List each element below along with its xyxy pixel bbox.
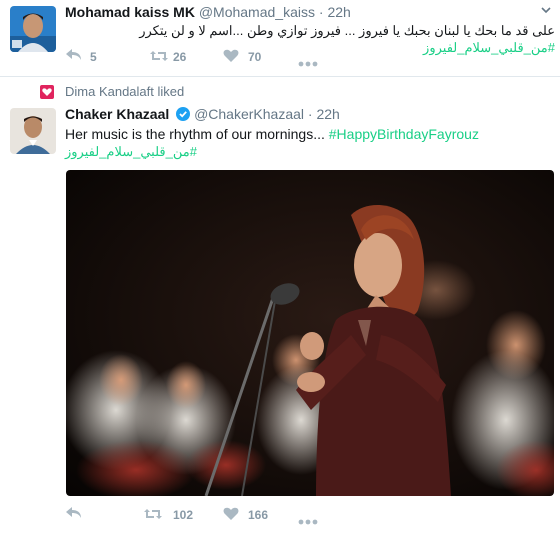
more-dots-icon[interactable] [298, 54, 318, 72]
display-name[interactable]: Mohamad kaiss MK [65, 4, 195, 20]
heart-icon[interactable] [223, 506, 239, 527]
heart-icon[interactable] [223, 48, 239, 69]
tweet-actions: 5 26 70 [65, 48, 385, 68]
like-count: 166 [248, 508, 269, 522]
tweet-header: Chaker Khazaal @ChakerKhazaal · 22h [65, 106, 340, 124]
avatar[interactable] [10, 6, 56, 52]
user-handle[interactable]: @Mohamad_kaiss [199, 4, 315, 20]
heart-badge-icon [40, 85, 54, 102]
display-name[interactable]: Chaker Khazaal [65, 106, 169, 122]
retweet-icon[interactable] [149, 48, 169, 69]
tweet-header: Mohamad kaiss MK @Mohamad_kaiss · 22h [65, 4, 351, 20]
separator: · [307, 106, 313, 122]
reply-icon[interactable] [65, 506, 83, 527]
more-dots-icon[interactable] [298, 512, 318, 530]
tweet-chaker-khazaal[interactable]: Dima Kandalaft liked Chaker Khazaal @Cha… [0, 78, 560, 534]
tweet-mohamad-kaiss[interactable]: Mohamad kaiss MK @Mohamad_kaiss · 22h عل… [0, 0, 560, 76]
tweet-photo[interactable] [66, 170, 554, 496]
retweet-count: 26 [173, 50, 187, 64]
like-count: 70 [248, 50, 262, 64]
user-handle[interactable]: @ChakerKhazaal [194, 106, 304, 122]
avatar[interactable] [10, 108, 56, 154]
timestamp[interactable]: 22h [327, 4, 350, 20]
tweet-body: Her music is the rhythm of our mornings.… [65, 126, 325, 142]
retweet-count: 102 [173, 508, 194, 522]
hashtag-link[interactable]: #HappyBirthdayFayrouz [329, 126, 479, 142]
timestamp[interactable]: 22h [316, 106, 339, 122]
tweet-body: على قد ما بحك يا لبنان بحبك يا فيروز ...… [139, 23, 555, 38]
retweet-icon[interactable] [143, 506, 163, 527]
tweet-divider [0, 76, 560, 77]
tweet-actions: 102 166 [65, 506, 385, 526]
hashtag-link-arabic[interactable]: #من_قلبي_سلام_لفيروز [65, 142, 197, 161]
liked-by-text[interactable]: Dima Kandalaft liked [65, 84, 184, 99]
caret-icon[interactable] [540, 3, 552, 21]
hashtag-link[interactable]: #من_قلبي_سلام_لفيروز [423, 40, 555, 55]
reply-icon[interactable] [65, 48, 83, 69]
reply-count: 5 [90, 50, 97, 64]
separator: · [318, 4, 324, 20]
verified-badge-icon [176, 107, 191, 124]
